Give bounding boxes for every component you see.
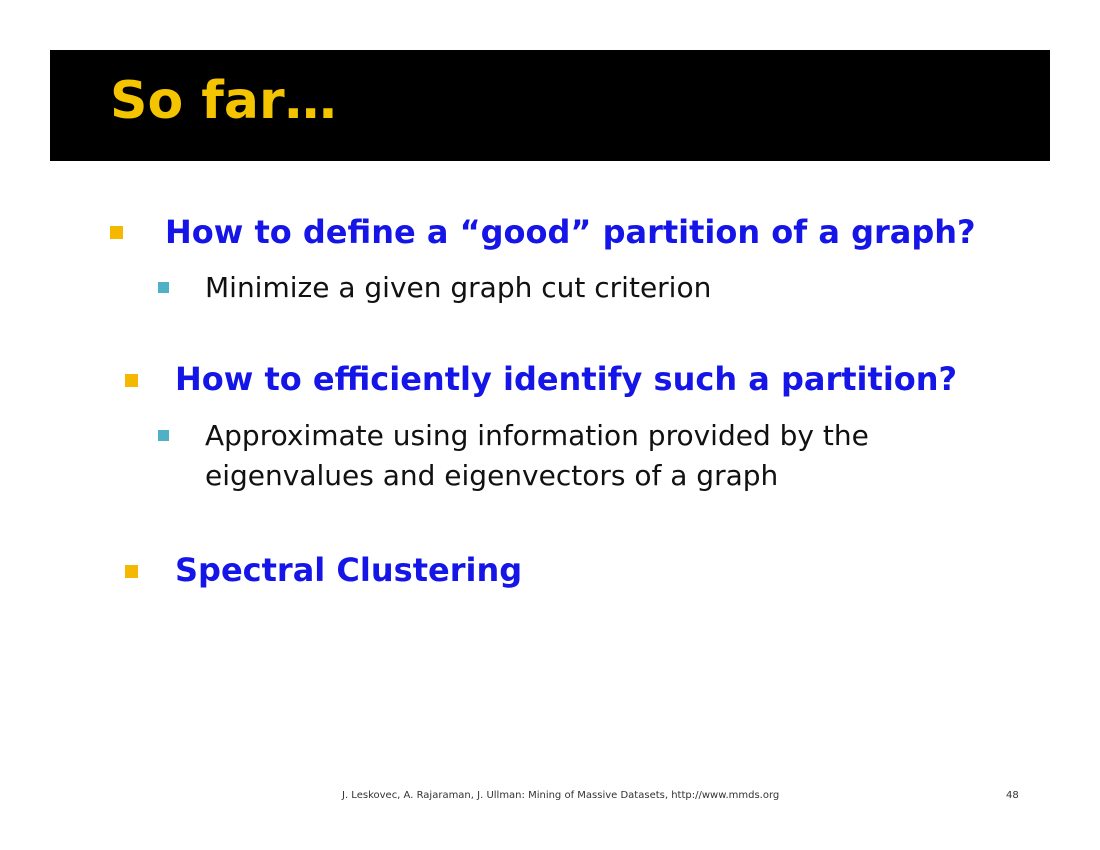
sub-item-2: Approximate using information provided b… bbox=[205, 419, 869, 492]
bullet-item-3: Spectral Clustering bbox=[175, 551, 523, 589]
title-bar: So far… bbox=[50, 50, 1050, 161]
bullet-square-icon bbox=[125, 565, 138, 578]
footer-citation: J. Leskovec, A. Rajaraman, J. Ullman: Mi… bbox=[342, 790, 780, 801]
sub-bullet-square-icon bbox=[158, 430, 169, 441]
bullet-square-icon bbox=[125, 374, 138, 387]
sub-bullet-square-icon bbox=[158, 282, 169, 293]
bullet-square-icon bbox=[110, 226, 123, 239]
page-number: 48 bbox=[1006, 790, 1019, 801]
bullet-item-1: How to define a “good” partition of a gr… bbox=[165, 213, 976, 251]
bullet-item-2: How to efficiently identify such a parti… bbox=[175, 360, 958, 398]
sub-item-1: Minimize a given graph cut criterion bbox=[205, 271, 712, 304]
slide-title: So far… bbox=[110, 71, 337, 131]
